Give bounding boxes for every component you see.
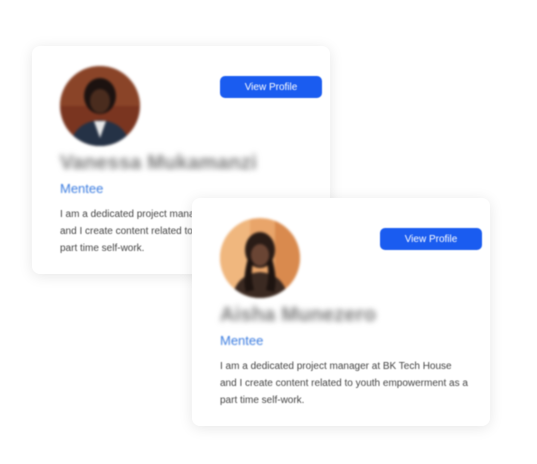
avatar	[220, 218, 300, 298]
profile-card: View Profile Aisha Munezero Mentee I am …	[192, 198, 490, 426]
avatar	[60, 66, 140, 146]
profile-name: Aisha Munezero	[220, 304, 377, 326]
view-profile-button[interactable]: View Profile	[220, 76, 322, 98]
view-profile-button[interactable]: View Profile	[380, 228, 482, 250]
profile-role: Mentee	[220, 333, 264, 348]
profile-role: Mentee	[60, 181, 104, 196]
profile-name: Vanessa Mukamanzi	[60, 152, 257, 174]
profile-bio: I am a dedicated project manager at BK T…	[220, 361, 468, 406]
